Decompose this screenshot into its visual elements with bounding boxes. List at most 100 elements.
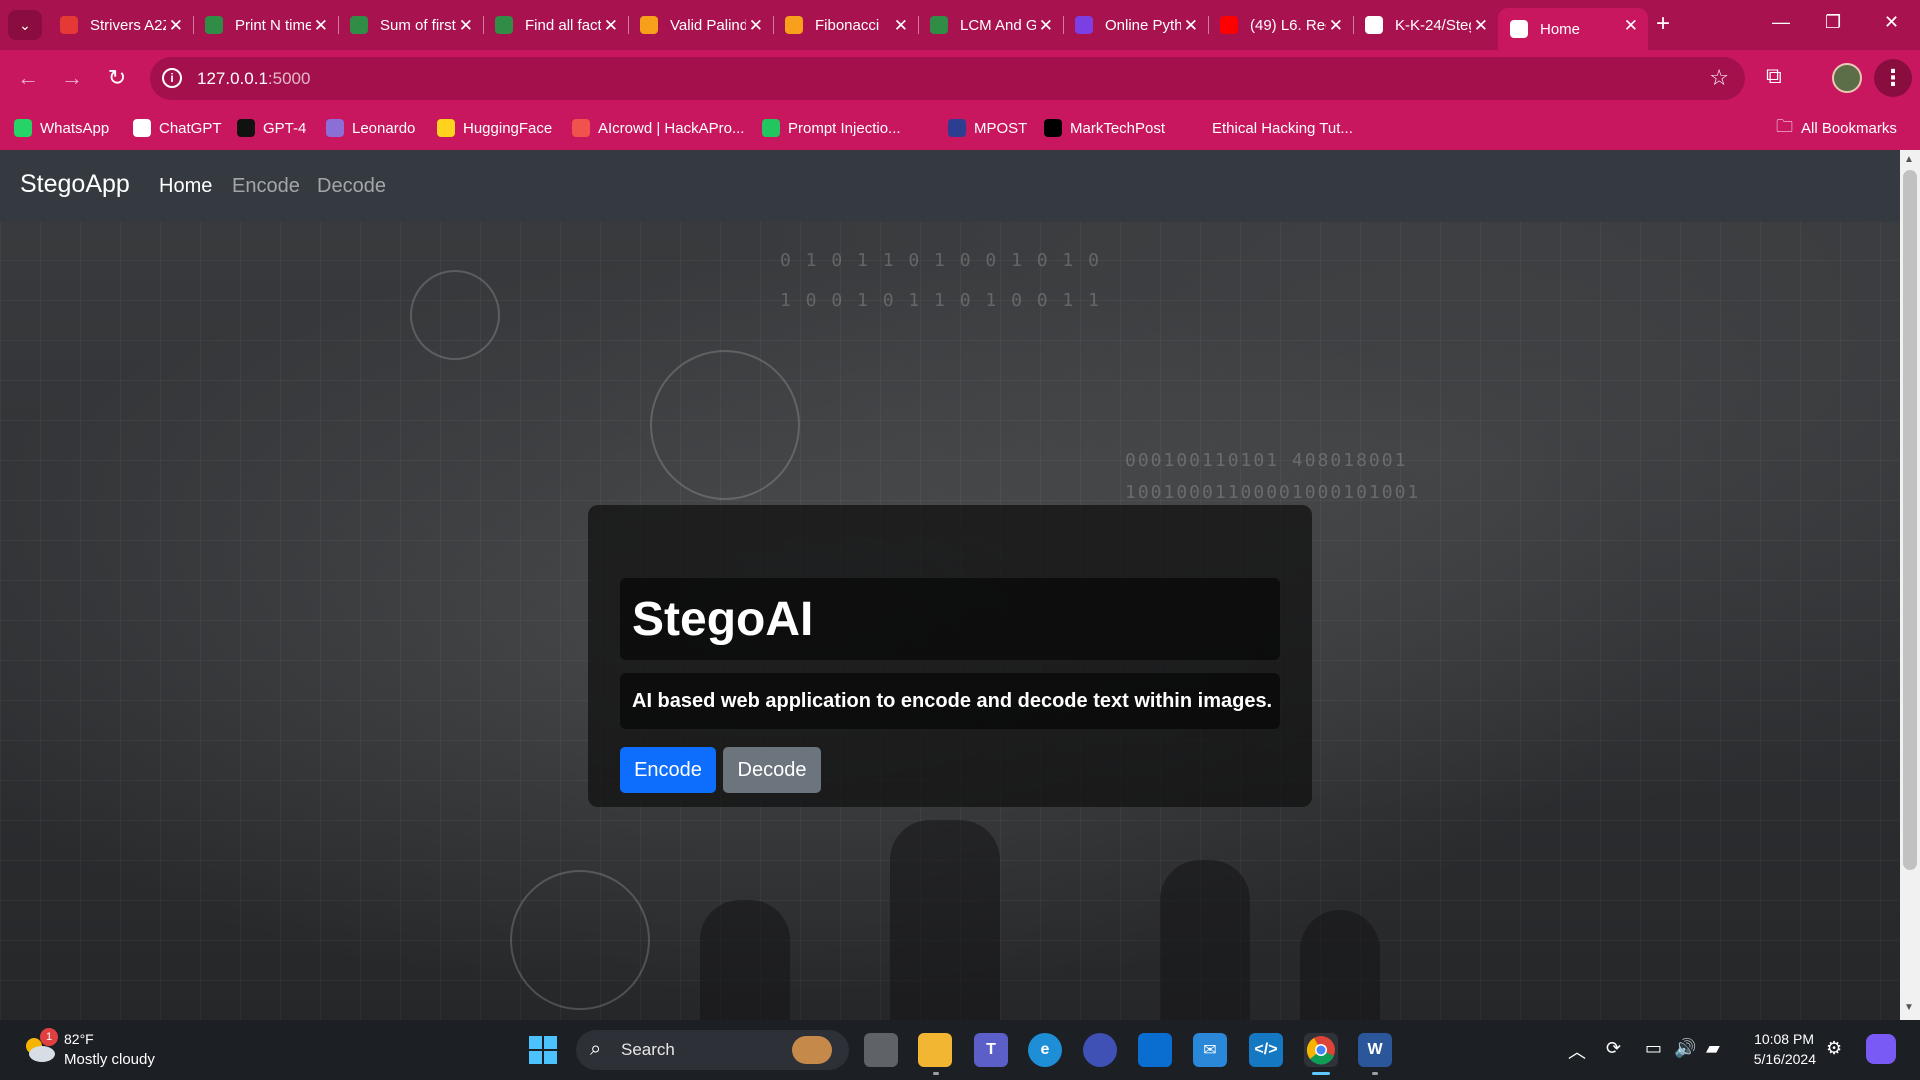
close-tab-icon[interactable]: ✕ [1039, 16, 1053, 36]
brand-link[interactable]: StegoApp [20, 170, 130, 199]
tab-10[interactable]: Home ✕ [1498, 8, 1648, 50]
bookmark-item[interactable]: WhatsApp [14, 116, 109, 140]
task-view-icon[interactable] [864, 1033, 898, 1067]
profile-avatar[interactable] [1832, 63, 1862, 93]
bookmark-item[interactable]: Leonardo [326, 116, 415, 140]
close-tab-icon[interactable]: ✕ [604, 16, 618, 36]
all-bookmarks-button[interactable]: 🗀 All Bookmarks [1776, 116, 1897, 140]
scroll-up-icon[interactable]: ▲ [1904, 154, 1914, 165]
tab-6[interactable]: LCM And GCD✕ [918, 8, 1064, 42]
weather-badge: 1 [40, 1028, 58, 1046]
reload-button[interactable]: ↻ [101, 62, 133, 94]
bookmark-star-icon[interactable]: ☆ [1709, 65, 1729, 91]
hero-title-box: StegoAI [620, 578, 1280, 660]
new-tab-button[interactable]: + [1648, 9, 1678, 39]
bookmark-item[interactable]: ChatGPT [133, 116, 222, 140]
settings-gear-icon[interactable]: ⚙ [1826, 1038, 1842, 1059]
bookmark-item[interactable]: Prompt Injectio... [762, 116, 901, 140]
site-info-icon[interactable]: i [162, 68, 182, 88]
bookmarks-bar: WhatsApp ChatGPT GPT-4 Leonardo HuggingFace A… [0, 107, 1920, 150]
bookmark-item[interactable]: GPT-4 [237, 116, 306, 140]
tab-9[interactable]: K-K-24/Stego✕ [1353, 8, 1498, 42]
file-explorer-icon[interactable] [918, 1033, 952, 1067]
nav-home[interactable]: Home [159, 175, 212, 198]
tab-strip: ⌄ Strivers A2Z✕Print N times✕Sum of firs… [0, 0, 1920, 50]
python-icon [1075, 16, 1093, 34]
bookmark-label: MarkTechPost [1070, 119, 1166, 137]
forward-button[interactable]: → [56, 62, 88, 94]
bookmark-item[interactable]: MarkTechPost [1044, 116, 1165, 140]
tab-7[interactable]: Online Python✕ [1063, 8, 1209, 42]
close-tab-icon[interactable]: ✕ [749, 16, 763, 36]
volume-icon[interactable]: 🔊 [1674, 1038, 1696, 1059]
bookmark-item[interactable]: MPOST [948, 116, 1027, 140]
tab-8[interactable]: (49) L6. Recursion✕ [1208, 8, 1354, 42]
weather-description[interactable]: Mostly cloudy [64, 1051, 155, 1068]
tab-title: Fibonacci [815, 16, 880, 34]
windows-start-icon[interactable] [526, 1033, 560, 1067]
microsoft-store-icon[interactable] [1138, 1033, 1172, 1067]
tab-3[interactable]: Find all factors✕ [483, 8, 629, 42]
battery-icon[interactable]: ▰ [1706, 1038, 1720, 1059]
close-tab-icon[interactable]: ✕ [894, 16, 908, 36]
restore-icon[interactable]: ❐ [1825, 12, 1841, 33]
hero-title: StegoAI [632, 593, 814, 646]
clock-date[interactable]: 5/16/2024 [1744, 1051, 1816, 1067]
copilot-icon[interactable] [1083, 1033, 1117, 1067]
clock-time[interactable]: 10:08 PM [1752, 1031, 1814, 1047]
bookmark-item[interactable]: AIcrowd | HackAPro... [572, 116, 744, 140]
close-tab-icon[interactable]: ✕ [1329, 16, 1343, 36]
page-scrollbar[interactable]: ▲ ▼ [1900, 150, 1920, 1020]
tab-2[interactable]: Sum of first ✕ [338, 8, 484, 42]
back-button[interactable]: ← [12, 62, 44, 94]
tab-title: Print N times [235, 16, 311, 34]
scrollbar-thumb[interactable] [1903, 170, 1917, 870]
close-tab-icon[interactable]: ✕ [1624, 16, 1638, 36]
edge-icon[interactable]: e [1028, 1033, 1062, 1067]
tab-5[interactable]: Fibonacci ✕ [773, 8, 919, 42]
vscode-icon[interactable]: </> [1249, 1033, 1283, 1067]
url-text[interactable]: 127.0.0.1:5000 [197, 69, 310, 89]
prompt-icon [762, 119, 780, 137]
close-tab-icon[interactable]: ✕ [169, 16, 183, 36]
tab-4[interactable]: Valid Palindrome✕ [628, 8, 774, 42]
nav-encode[interactable]: Encode [232, 175, 300, 198]
word-icon[interactable]: W [1358, 1033, 1392, 1067]
show-hidden-icons-icon[interactable]: ︿ [1568, 1038, 1586, 1064]
close-tab-icon[interactable]: ✕ [1184, 16, 1198, 36]
chevron-down-icon: ⌄ [19, 16, 31, 33]
scroll-down-icon[interactable]: ▼ [1904, 1002, 1914, 1013]
close-tab-icon[interactable]: ✕ [314, 16, 328, 36]
bookmark-item[interactable]: Ethical Hacking Tut... [1212, 116, 1353, 140]
background-silhouette [1300, 910, 1380, 1020]
close-window-icon[interactable]: ✕ [1884, 12, 1899, 33]
sync-icon[interactable]: ⟳ [1606, 1038, 1621, 1059]
nav-decode[interactable]: Decode [317, 175, 386, 198]
encode-button[interactable]: Encode [620, 747, 716, 793]
mail-icon[interactable]: ✉ [1193, 1033, 1227, 1067]
bookmark-item[interactable]: HuggingFace [437, 116, 552, 140]
bookmark-label: WhatsApp [40, 119, 110, 137]
hero-subtitle-box: AI based web application to encode and d… [620, 673, 1280, 729]
teams-icon[interactable]: T [974, 1033, 1008, 1067]
decode-button[interactable]: Decode [723, 747, 821, 793]
extensions-icon[interactable]: ⧉ [1766, 63, 1796, 93]
gfg-icon [930, 16, 948, 34]
tab-0[interactable]: Strivers A2Z ✕ [48, 8, 194, 42]
huggingface-icon [437, 119, 455, 137]
tab-1[interactable]: Print N times✕ [193, 8, 339, 42]
address-bar[interactable]: i 127.0.0.1:5000 ☆ [150, 57, 1745, 100]
bookmark-label: GPT-4 [263, 119, 307, 137]
close-tab-icon[interactable]: ✕ [459, 16, 473, 36]
chrome-icon[interactable] [1304, 1033, 1338, 1067]
tab-search-button[interactable]: ⌄ [8, 10, 42, 40]
gfg-icon [350, 16, 368, 34]
minimize-icon[interactable]: — [1772, 12, 1790, 33]
taskbar-search-box[interactable]: ⌕ Search [576, 1030, 849, 1070]
copilot-tray-icon[interactable] [1866, 1034, 1896, 1064]
weather-temperature[interactable]: 82°F [64, 1031, 94, 1047]
network-icon[interactable]: ▭ [1645, 1038, 1662, 1059]
close-tab-icon[interactable]: ✕ [1474, 16, 1488, 36]
browser-menu-button[interactable]: ⋮ [1874, 59, 1912, 97]
leonardo-icon [326, 119, 344, 137]
